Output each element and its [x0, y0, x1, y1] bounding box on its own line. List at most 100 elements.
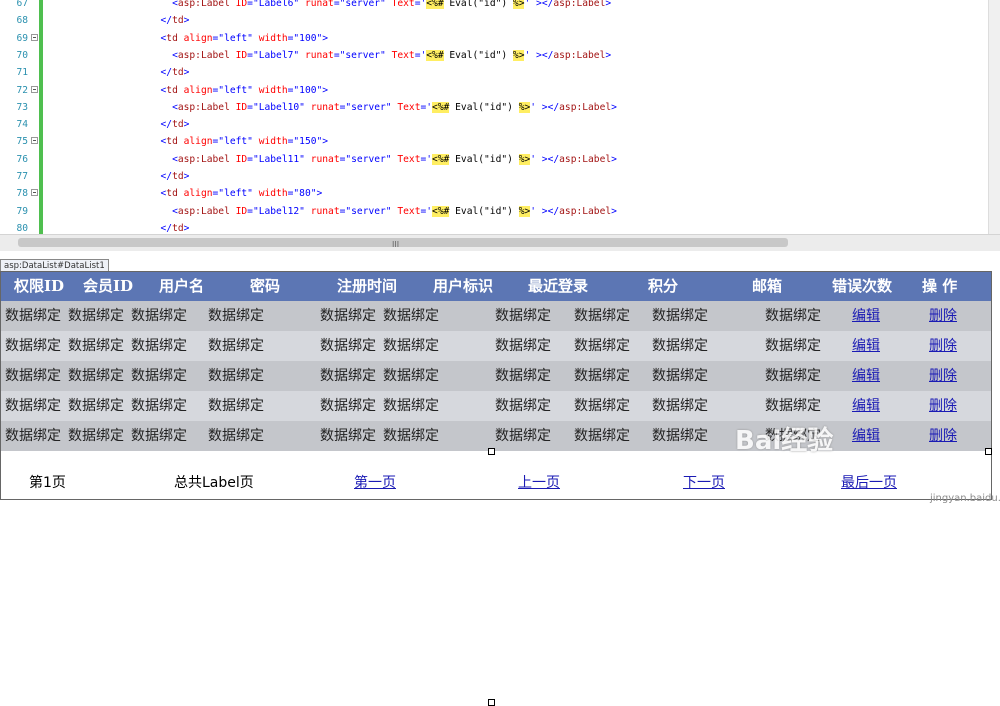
column-header: 邮箱	[752, 277, 783, 295]
column-header: 会员ID	[83, 277, 134, 295]
line-number: 77	[16, 171, 28, 182]
bound-cell: 数据绑定	[765, 368, 821, 384]
vertical-scrollbar[interactable]	[988, 0, 1000, 234]
bound-cell: 数据绑定	[383, 338, 439, 354]
code-line[interactable]: 75 <td align="left" width="150">	[0, 133, 1000, 151]
code-line[interactable]: 69 <td align="left" width="100">	[0, 30, 1000, 48]
delete-link[interactable]: 删除	[929, 421, 957, 451]
line-number: 78	[16, 188, 28, 200]
bound-cell: 数据绑定	[383, 368, 439, 384]
code-text: </td>	[45, 222, 190, 234]
code-line[interactable]: 76 <asp:Label ID="Label11" runat="server…	[0, 151, 1000, 169]
bound-cell: 数据绑定	[652, 428, 708, 444]
horizontal-scroll-thumb[interactable]	[18, 238, 788, 247]
pager: 第1页 总共Label页 第一页 上一页 下一页 最后一页	[1, 471, 991, 495]
bound-cell: 数据绑定	[320, 398, 376, 414]
table-row: 数据绑定 数据绑定 数据绑定 数据绑定 数据绑定 数据绑定 数据绑定 数据绑定 数据绑定 数据绑定…	[1, 391, 991, 421]
bound-cell: 数据绑定	[68, 428, 124, 444]
code-text: <asp:Label ID="Label12" runat="server" T…	[45, 205, 617, 217]
edit-link[interactable]: 编辑	[852, 361, 880, 391]
code-line[interactable]: 70 <asp:Label ID="Label7" runat="server"…	[0, 47, 1000, 65]
bound-cell: 数据绑定	[495, 398, 551, 414]
bound-cell: 数据绑定	[574, 398, 630, 414]
code-line[interactable]: 71 </td>	[0, 64, 1000, 82]
table-row: 数据绑定 数据绑定 数据绑定 数据绑定 数据绑定 数据绑定 数据绑定 数据绑定 数据绑定 数据绑定…	[1, 361, 991, 391]
pager-total-pages: 总共Label页	[174, 475, 254, 491]
line-number: 73	[16, 101, 28, 113]
bound-cell: 数据绑定	[383, 428, 439, 444]
line-number: 76	[16, 153, 28, 165]
table-row: 数据绑定 数据绑定 数据绑定 数据绑定 数据绑定 数据绑定 数据绑定 数据绑定 数据绑定 数据绑定…	[1, 421, 991, 451]
pager-last-link[interactable]: 最后一页	[841, 471, 897, 495]
code-text: </td>	[45, 171, 190, 182]
bound-cell: 数据绑定	[208, 398, 264, 414]
bound-cell: 数据绑定	[68, 368, 124, 384]
table-row: 数据绑定 数据绑定 数据绑定 数据绑定 数据绑定 数据绑定 数据绑定 数据绑定 数据绑定 数据绑定…	[1, 331, 991, 361]
bound-cell: 数据绑定	[574, 308, 630, 324]
bound-cell: 数据绑定	[68, 338, 124, 354]
bound-cell: 数据绑定	[574, 338, 630, 354]
bound-cell: 数据绑定	[495, 428, 551, 444]
bound-cell: 数据绑定	[5, 398, 61, 414]
line-number: 71	[16, 67, 28, 79]
scroll-grip-icon: III	[392, 240, 400, 249]
column-header: 注册时间	[337, 277, 398, 295]
bound-cell: 数据绑定	[320, 368, 376, 384]
bound-cell: 数据绑定	[5, 368, 61, 384]
bound-cell: 数据绑定	[131, 368, 187, 384]
bound-cell: 数据绑定	[574, 368, 630, 384]
column-header: 最近登录	[528, 277, 589, 295]
bound-cell: 数据绑定	[383, 398, 439, 414]
delete-link[interactable]: 删除	[929, 331, 957, 361]
edit-link[interactable]: 编辑	[852, 331, 880, 361]
code-line[interactable]: 78 <td align="left" width="80">	[0, 185, 1000, 203]
bound-cell: 数据绑定	[68, 398, 124, 414]
pager-prev-link[interactable]: 上一页	[518, 471, 560, 495]
delete-link[interactable]: 删除	[929, 391, 957, 421]
column-header: 密码	[250, 277, 281, 295]
line-number: 80	[16, 222, 28, 234]
pager-current-page: 第1页	[29, 475, 66, 491]
delete-link[interactable]: 删除	[929, 361, 957, 391]
code-line[interactable]: 73 <asp:Label ID="Label10" runat="server…	[0, 99, 1000, 117]
edit-link[interactable]: 编辑	[852, 301, 880, 331]
resize-handle-right[interactable]	[985, 448, 992, 455]
code-editor[interactable]: 67 <asp:Label ID="Label6" runat="server"…	[0, 0, 1000, 234]
bound-cell: 数据绑定	[131, 428, 187, 444]
column-header: 操 作	[922, 277, 958, 295]
collapse-icon[interactable]	[31, 189, 38, 197]
edit-link[interactable]: 编辑	[852, 391, 880, 421]
collapse-icon[interactable]	[31, 85, 38, 93]
line-number: 75	[16, 136, 28, 148]
code-text: <td align="left" width="100">	[45, 32, 329, 44]
delete-link[interactable]: 删除	[929, 301, 957, 331]
edit-link[interactable]: 编辑	[852, 421, 880, 451]
bound-cell: 数据绑定	[208, 368, 264, 384]
bound-cell: 数据绑定	[320, 338, 376, 354]
bound-cell: 数据绑定	[765, 338, 821, 354]
collapse-icon[interactable]	[31, 33, 38, 41]
header-row: 权限ID 会员ID 用户名 密码 注册时间 用户标识 最近登录 积分 邮箱 错误次数 操 作	[1, 272, 991, 301]
resize-handle-bottom[interactable]	[488, 699, 495, 706]
code-line[interactable]: 80 </td>	[0, 220, 1000, 234]
code-line[interactable]: 77 </td>	[0, 168, 1000, 186]
collapse-icon[interactable]	[31, 137, 38, 145]
code-text: <asp:Label ID="Label7" runat="server" Te…	[45, 49, 612, 61]
code-line[interactable]: 68 </td>	[0, 12, 1000, 30]
design-view[interactable]: asp:DataList#DataList1 权限ID 会员ID 用户名 密码 注册时间…	[0, 251, 1000, 706]
code-line[interactable]: 67 <asp:Label ID="Label6" runat="server"…	[0, 0, 1000, 13]
pager-first-link[interactable]: 第一页	[354, 471, 396, 495]
line-number: 79	[16, 205, 28, 217]
code-text: <td align="left" width="100">	[45, 84, 329, 96]
column-header: 权限ID	[14, 277, 65, 295]
pager-next-link[interactable]: 下一页	[683, 471, 725, 495]
bound-cell: 数据绑定	[5, 338, 61, 354]
bound-cell: 数据绑定	[5, 308, 61, 324]
code-line[interactable]: 72 <td align="left" width="100">	[0, 82, 1000, 100]
datalist-grid[interactable]: 权限ID 会员ID 用户名 密码 注册时间 用户标识 最近登录 积分 邮箱 错误次数 操 作 数据绑…	[0, 271, 992, 500]
column-header: 积分	[648, 277, 679, 295]
resize-handle-top[interactable]	[488, 448, 495, 455]
code-line[interactable]: 79 <asp:Label ID="Label12" runat="server…	[0, 203, 1000, 221]
code-line[interactable]: 74 </td>	[0, 116, 1000, 134]
column-header: 用户名	[159, 277, 205, 295]
